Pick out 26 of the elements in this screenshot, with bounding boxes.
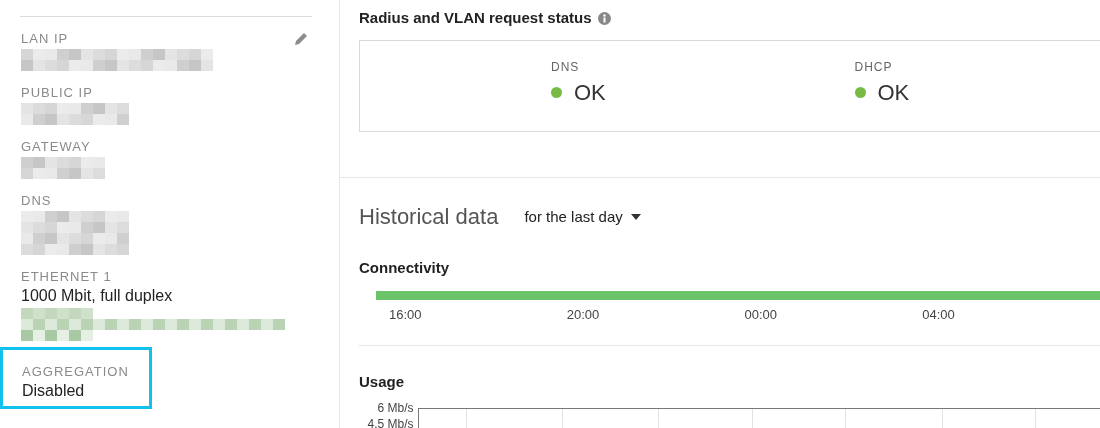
status-value: OK <box>574 79 606 106</box>
time-label: 20:00 <box>566 306 601 324</box>
time-label: 16:00 <box>389 306 423 324</box>
caret-icon <box>630 214 641 220</box>
status-value: OK <box>877 79 910 106</box>
info-icon[interactable] <box>597 11 611 25</box>
section-title: Radius and VLAN request status <box>359 8 592 28</box>
range-dropdown[interactable]: for the last day <box>524 205 641 229</box>
field-label: PUBLIC IP <box>21 85 93 101</box>
time-label: 00:00 <box>744 306 779 324</box>
status-label: DHCP <box>854 58 894 76</box>
field-value: Disabled <box>22 381 85 401</box>
section-title: Historical data <box>359 202 499 231</box>
time-label: 04:00 <box>922 306 956 324</box>
field-label: AGGREGATION <box>22 364 129 380</box>
field-label: LAN IP <box>21 31 69 47</box>
field-label: ETHERNET 1 <box>21 269 112 285</box>
field-value: 1000 Mbit, full duplex <box>21 286 173 306</box>
section-title: Connectivity <box>359 257 450 278</box>
pencil-icon[interactable] <box>293 31 309 47</box>
axis-label: 4.5 Mb/s <box>367 417 414 428</box>
field-label: GATEWAY <box>21 139 91 155</box>
axis-label: 6 Mb/s <box>377 401 414 415</box>
status-label: DNS <box>551 58 581 76</box>
section-title: Usage <box>359 371 406 392</box>
field-label: DNS <box>21 193 52 209</box>
